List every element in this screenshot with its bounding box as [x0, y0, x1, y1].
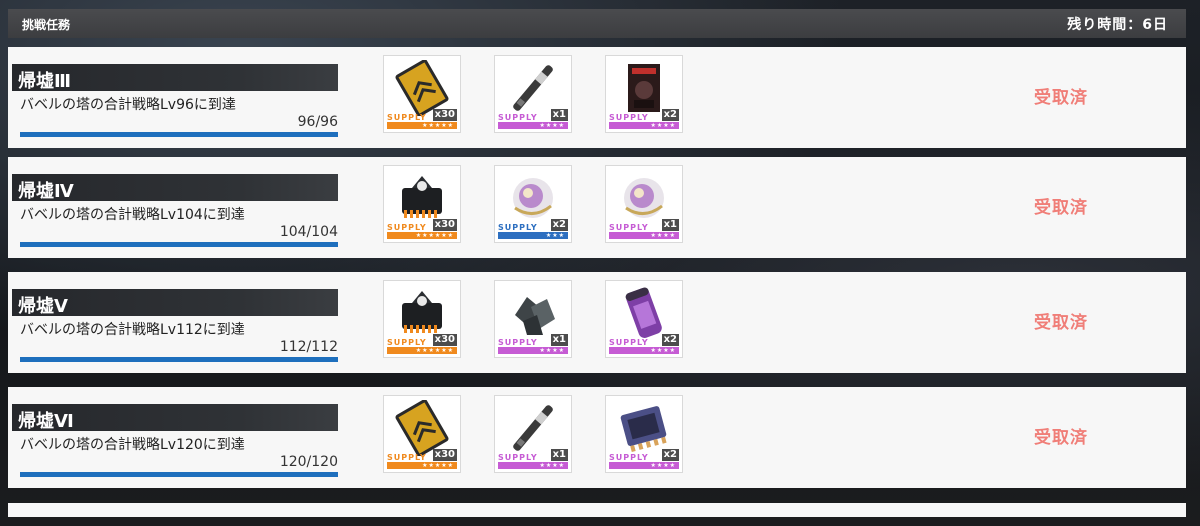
mission-name: 帰墟Ⅵ	[18, 411, 74, 432]
mission-header: 挑戦任務 残り時間：6日	[8, 9, 1186, 38]
progress-fill	[20, 357, 338, 362]
reward-quantity: x2	[661, 449, 679, 461]
header-title: 挑戦任務	[22, 18, 71, 32]
core-chip-icon	[390, 170, 454, 226]
core-chip-icon	[390, 285, 454, 341]
progress-bar	[20, 242, 338, 247]
mission-card: 帰墟Ⅳ バベルの塔の合計戦略Lv104に到達 104/104 SUPPLY x3…	[8, 157, 1186, 258]
supply-label: SUPPLY	[387, 338, 427, 347]
stick-icon	[501, 60, 565, 116]
reward-quantity: x1	[661, 219, 679, 231]
rarity-stars: ★★★★	[498, 347, 568, 354]
reward-item[interactable]: SUPPLY x2 ★★★	[494, 165, 572, 243]
canister-icon	[612, 285, 676, 341]
reward-quantity: x30	[432, 449, 457, 461]
rarity-stars: ★★★★	[609, 347, 679, 354]
reward-item[interactable]: SUPPLY x30 ★★★★★	[383, 395, 461, 473]
supply-label: SUPPLY	[609, 453, 649, 462]
mission-card: 帰墟Ⅴ バベルの塔の合計戦略Lv112に到達 112/112 SUPPLY x3…	[8, 272, 1186, 373]
reward-quantity: x1	[550, 334, 568, 346]
next-mission-card-edge	[8, 503, 1186, 517]
reward-item[interactable]: SUPPLY x2 ★★★★	[605, 55, 683, 133]
received-status[interactable]: 受取済	[1034, 423, 1088, 448]
rarity-stars: ★★★	[498, 232, 568, 239]
supply-label: SUPPLY	[498, 453, 538, 462]
gold-card-icon	[390, 399, 454, 457]
mission-name-bar: 帰墟Ⅴ	[12, 289, 338, 317]
mission-card: 帰墟Ⅵ バベルの塔の合計戦略Lv120に到達 120/120 SUPPLY x3…	[8, 387, 1186, 488]
supply-label: SUPPLY	[387, 113, 427, 122]
received-status[interactable]: 受取済	[1034, 83, 1088, 108]
reward-item[interactable]: SUPPLY x2 ★★★★	[605, 280, 683, 358]
rarity-stars: ★★★★	[498, 462, 568, 469]
mission-name: 帰墟Ⅲ	[18, 71, 72, 92]
supply-label: SUPPLY	[498, 223, 538, 232]
rarity-stars: ★★★★	[498, 122, 568, 129]
orb-icon	[612, 170, 676, 226]
reward-item[interactable]: SUPPLY x1 ★★★★	[605, 165, 683, 243]
supply-label: SUPPLY	[609, 113, 649, 122]
reward-quantity: x2	[661, 334, 679, 346]
progress-text: 96/96	[297, 114, 338, 130]
rarity-stars: ★★★★★	[387, 462, 457, 469]
mission-description: バベルの塔の合計戦略Lv120に到達	[20, 437, 245, 453]
mission-name-bar: 帰墟Ⅲ	[12, 64, 338, 92]
reward-item[interactable]: SUPPLY x2 ★★★★	[605, 395, 683, 473]
rarity-stars: ★★★★	[609, 232, 679, 239]
stick-icon	[501, 400, 565, 456]
reward-quantity: x1	[550, 109, 568, 121]
rarity-stars: ★★★★	[609, 462, 679, 469]
supply-label: SUPPLY	[498, 113, 538, 122]
reward-quantity: x1	[550, 449, 568, 461]
reward-item[interactable]: SUPPLY x30 ★★★★★★	[383, 165, 461, 243]
reward-quantity: x2	[550, 219, 568, 231]
supply-label: SUPPLY	[387, 223, 427, 232]
supply-label: SUPPLY	[387, 453, 427, 462]
mission-description: バベルの塔の合計戦略Lv104に到達	[20, 207, 245, 223]
remaining-time: 残り時間：6日	[1067, 17, 1168, 33]
rarity-stars: ★★★★	[609, 122, 679, 129]
progress-bar	[20, 132, 338, 137]
reward-item[interactable]: SUPPLY x1 ★★★★	[494, 395, 572, 473]
mission-description: バベルの塔の合計戦略Lv112に到達	[20, 322, 245, 338]
reward-quantity: x30	[432, 334, 457, 346]
mission-name-bar: 帰墟Ⅵ	[12, 404, 338, 432]
progress-fill	[20, 472, 338, 477]
supply-label: SUPPLY	[609, 223, 649, 232]
reward-item[interactable]: SUPPLY x1 ★★★★	[494, 55, 572, 133]
mission-name-bar: 帰墟Ⅳ	[12, 174, 338, 202]
orb-icon	[501, 170, 565, 226]
supply-label: SUPPLY	[609, 338, 649, 347]
reward-quantity: x2	[661, 109, 679, 121]
reward-item[interactable]: SUPPLY x30 ★★★★★★	[383, 280, 461, 358]
rarity-stars: ★★★★★★	[387, 347, 457, 354]
gold-card-icon	[390, 59, 454, 117]
progress-fill	[20, 242, 338, 247]
received-status[interactable]: 受取済	[1034, 193, 1088, 218]
progress-text: 104/104	[279, 224, 338, 240]
progress-bar	[20, 357, 338, 362]
mission-description: バベルの塔の合計戦略Lv96に到達	[20, 97, 236, 113]
cpu-chip-icon	[612, 400, 676, 456]
reward-quantity: x30	[432, 219, 457, 231]
reward-item[interactable]: SUPPLY x1 ★★★★	[494, 280, 572, 358]
progress-text: 112/112	[279, 339, 338, 355]
received-status[interactable]: 受取済	[1034, 308, 1088, 333]
supply-label: SUPPLY	[498, 338, 538, 347]
rarity-stars: ★★★★★★	[387, 232, 457, 239]
reward-item[interactable]: SUPPLY x30 ★★★★★	[383, 55, 461, 133]
poster-icon	[612, 60, 676, 116]
progress-text: 120/120	[279, 454, 338, 470]
progress-bar	[20, 472, 338, 477]
mission-card: 帰墟Ⅲ バベルの塔の合計戦略Lv96に到達 96/96 SUPPLY x30 ★…	[8, 47, 1186, 148]
rarity-stars: ★★★★★	[387, 122, 457, 129]
reward-quantity: x30	[432, 109, 457, 121]
mission-name: 帰墟Ⅴ	[18, 296, 68, 317]
mission-name: 帰墟Ⅳ	[18, 181, 74, 202]
progress-fill	[20, 132, 338, 137]
crystal-icon	[501, 285, 565, 341]
